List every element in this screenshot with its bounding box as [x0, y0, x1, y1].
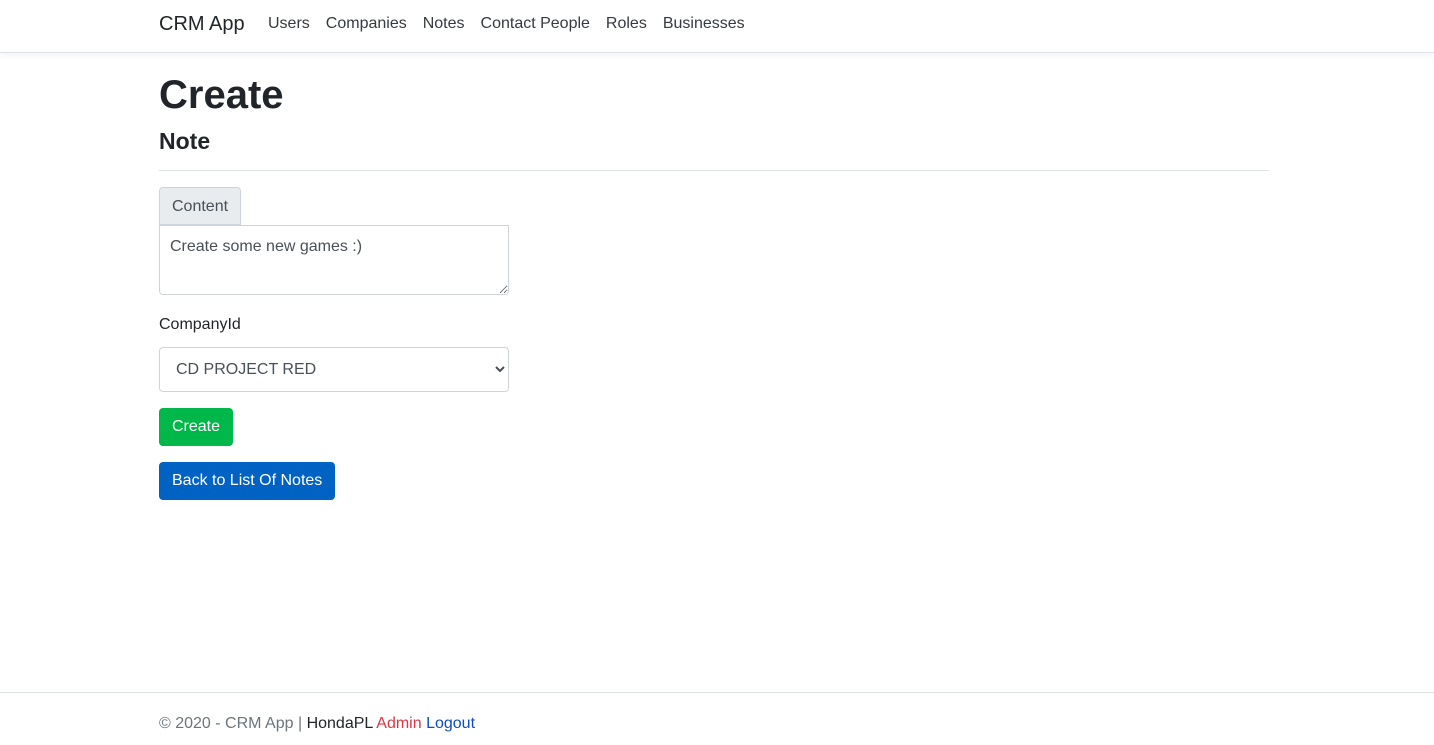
company-select[interactable]: CD PROJECT RED: [159, 347, 509, 392]
nav-item-roles[interactable]: Roles: [606, 15, 647, 33]
content-label: Content: [159, 187, 242, 225]
content-textarea[interactable]: Create some new games :): [159, 225, 509, 295]
nav-item-companies[interactable]: Companies: [326, 15, 407, 33]
create-note-form: Content Create some new games :) Company…: [159, 171, 1269, 446]
main-nav: Users Companies Notes Contact People Rol…: [268, 15, 745, 33]
footer-role: Admin: [376, 715, 422, 732]
nav-item-businesses[interactable]: Businesses: [663, 15, 745, 33]
nav-item-notes[interactable]: Notes: [423, 15, 465, 33]
nav-item-contact-people[interactable]: Contact People: [481, 15, 590, 33]
footer-copyright: © 2020 - CRM App |: [159, 715, 303, 732]
main-content: Create Note Content Create some new game…: [159, 70, 1269, 500]
back-to-list-button[interactable]: Back to List Of Notes: [159, 462, 336, 500]
footer-text: © 2020 - CRM App | HondaPL Admin Logout: [159, 715, 475, 733]
company-id-label: CompanyId: [159, 316, 241, 333]
navbar: CRM App Users Companies Notes Contact Pe…: [0, 0, 1434, 53]
nav-item-users[interactable]: Users: [268, 15, 310, 33]
page-title: Create: [159, 73, 284, 117]
footer: © 2020 - CRM App | HondaPL Admin Logout: [0, 692, 1434, 745]
page-subtitle: Note: [159, 128, 211, 154]
back-link-container: Back to List Of Notes: [159, 446, 1269, 500]
brand-link[interactable]: CRM App: [159, 13, 245, 36]
create-button[interactable]: Create: [159, 408, 234, 446]
logout-link[interactable]: Logout: [426, 715, 475, 732]
footer-username: HondaPL: [306, 715, 373, 732]
